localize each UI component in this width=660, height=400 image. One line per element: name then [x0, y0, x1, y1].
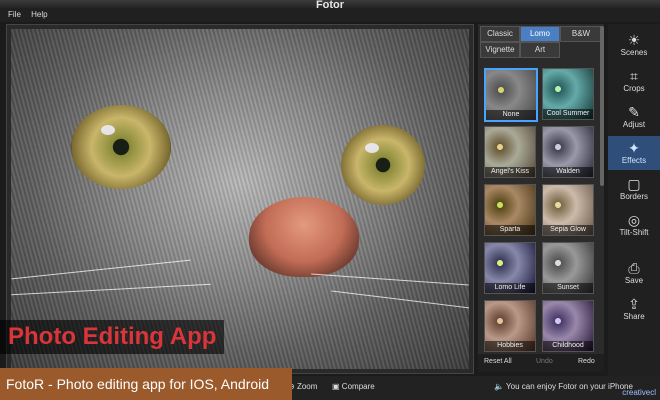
tool-tilt-shift[interactable]: ◎ Tilt-Shift [608, 208, 660, 242]
effect-label: Angel's Kiss [485, 167, 535, 177]
effect-label: Sunset [543, 283, 593, 293]
eye-glint [365, 143, 379, 153]
main-toolbar: ☀ Scenes ⌗ Crops ✎ Adjust ✦ Effects ▢ Bo… [608, 24, 660, 400]
target-icon: ◎ [627, 212, 641, 228]
tab-lomo[interactable]: Lomo [520, 26, 560, 42]
border-icon: ▢ [627, 176, 641, 192]
tool-label: Crops [623, 84, 645, 93]
zoom-button[interactable]: ⊕ Zoom [288, 382, 317, 391]
effect-label: Lomo Life [485, 283, 535, 293]
cat-photo [11, 29, 469, 369]
effect-thumb-sepia-glow[interactable]: Sepia Glow [542, 184, 594, 236]
sparkle-icon: ✦ [628, 140, 640, 156]
pencil-icon: ✎ [628, 104, 640, 120]
eye-glint [101, 125, 115, 135]
effect-label: None [486, 110, 536, 120]
effects-scrollbar[interactable] [600, 26, 604, 186]
effect-thumb-angels-kiss[interactable]: Angel's Kiss [484, 126, 536, 178]
reset-bar: Reset All Undo Redo [478, 354, 604, 372]
effect-label: Cool Summer [543, 109, 593, 119]
tab-classic[interactable]: Classic [480, 26, 520, 42]
effect-thumb-lomo-life[interactable]: Lomo Life [484, 242, 536, 294]
reset-all-button[interactable]: Reset All [484, 358, 512, 365]
tool-label: Effects [621, 156, 647, 165]
status-text: You can enjoy Fotor on your iPhone [506, 382, 633, 391]
tool-label: Scenes [620, 48, 648, 57]
tool-label: Adjust [622, 120, 646, 129]
effect-label: Hobbies [485, 341, 535, 351]
effect-label: Walden [543, 167, 593, 177]
crop-icon: ⌗ [630, 68, 638, 84]
tool-label: Share [623, 312, 645, 321]
speaker-icon: 🔈 [494, 382, 504, 391]
tool-borders[interactable]: ▢ Borders [608, 172, 660, 206]
watermark: creativecl [622, 388, 656, 397]
tab-art[interactable]: Art [520, 42, 560, 58]
menu-file[interactable]: File [8, 10, 21, 19]
tool-crops[interactable]: ⌗ Crops [608, 64, 660, 98]
undo-button[interactable]: Undo [536, 358, 553, 365]
effect-label: Sparta [485, 225, 535, 235]
tool-adjust[interactable]: ✎ Adjust [608, 100, 660, 134]
overlay-title: Photo Editing App [0, 320, 225, 354]
effects-panel: Classic Lomo B&W Vignette Art None Cool … [478, 24, 604, 372]
right-eye [341, 125, 425, 205]
tool-share[interactable]: ⇪ Share [608, 292, 660, 326]
effect-label: Sepia Glow [543, 225, 593, 235]
share-icon: ⇪ [628, 296, 640, 312]
title-bar: Fotor [0, 0, 660, 11]
effect-thumb-none[interactable]: None [484, 68, 538, 122]
effect-thumb-cool-summer[interactable]: Cool Summer [542, 68, 594, 120]
redo-button[interactable]: Redo [578, 358, 595, 365]
effect-thumb-sparta[interactable]: Sparta [484, 184, 536, 236]
tab-bw[interactable]: B&W [560, 26, 602, 42]
compare-icon: ▣ [332, 382, 340, 391]
menu-help[interactable]: Help [31, 10, 47, 19]
effect-thumb-sunset[interactable]: Sunset [542, 242, 594, 294]
zoom-label: Zoom [296, 382, 318, 391]
tool-label: Borders [619, 192, 648, 201]
effect-thumb-childhood[interactable]: Childhood [542, 300, 594, 352]
tab-vignette[interactable]: Vignette [480, 42, 520, 58]
tool-label: Save [624, 276, 644, 285]
nose [249, 197, 359, 277]
overlay-subtitle: FotoR - Photo editing app for IOS, Andro… [0, 368, 292, 400]
compare-button[interactable]: ▣ Compare [332, 382, 375, 391]
tool-save[interactable]: ⎙ Save [608, 256, 660, 290]
tool-scenes[interactable]: ☀ Scenes [608, 28, 660, 62]
tool-label: Tilt-Shift [619, 228, 649, 237]
effect-thumb-hobbies[interactable]: Hobbies [484, 300, 536, 352]
left-eye [71, 105, 171, 189]
effect-thumb-walden[interactable]: Walden [542, 126, 594, 178]
sun-icon: ☀ [627, 32, 641, 48]
save-icon: ⎙ [628, 260, 640, 276]
menu-bar: File Help [0, 8, 660, 22]
effect-label: Childhood [543, 341, 593, 351]
compare-label: Compare [341, 382, 375, 391]
tool-effects[interactable]: ✦ Effects [608, 136, 660, 170]
